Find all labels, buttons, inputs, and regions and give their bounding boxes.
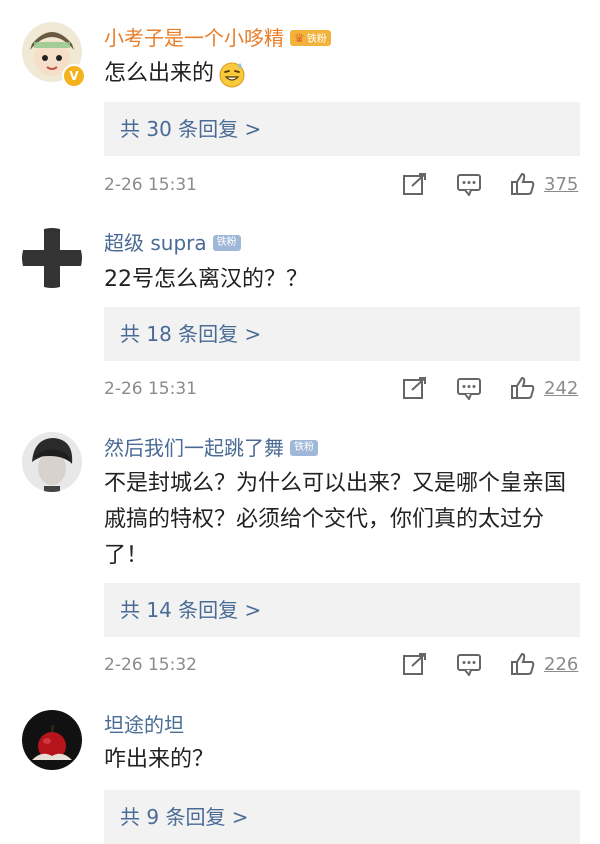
fan-badge: ♛ 铁粉 — [290, 29, 331, 46]
fan-badge: 铁粉 — [212, 234, 241, 251]
comment-icon[interactable] — [456, 652, 482, 676]
like-count[interactable]: 226 — [544, 654, 578, 676]
username[interactable]: 小考子是一个小哆精 ♛ 铁粉 — [104, 25, 331, 51]
grin-sweat-emoji-icon — [219, 62, 245, 88]
view-replies-button[interactable]: 共 30 条回复 > — [104, 102, 580, 156]
username-text[interactable]: 超级 supra — [104, 231, 207, 255]
comment-text: 怎么出来的 — [104, 56, 582, 92]
timestamp: 2-26 15:31 — [104, 379, 197, 399]
username[interactable]: 超级 supra 铁粉 — [104, 230, 241, 256]
comment-icon[interactable] — [456, 376, 482, 400]
view-replies-button[interactable]: 共 9 条回复 > — [104, 790, 580, 844]
username-text[interactable]: 小考子是一个小哆精 — [104, 26, 284, 50]
like-icon[interactable] — [510, 172, 536, 196]
share-icon[interactable] — [402, 172, 428, 196]
like-count[interactable]: 375 — [544, 174, 578, 196]
username[interactable]: 然后我们一起跳了舞 铁粉 — [104, 435, 318, 461]
username[interactable]: 坦途的坦 — [104, 712, 184, 738]
avatar[interactable] — [22, 432, 82, 492]
crown-icon: ♛ — [294, 30, 305, 45]
timestamp: 2-26 15:31 — [104, 175, 197, 195]
avatar[interactable] — [22, 710, 82, 770]
username-text[interactable]: 坦途的坦 — [104, 713, 184, 737]
verified-badge-icon: V — [62, 64, 86, 88]
fan-badge-label: 铁粉 — [306, 33, 327, 45]
like-count[interactable]: 242 — [544, 378, 578, 400]
share-icon[interactable] — [402, 376, 428, 400]
like-icon[interactable] — [510, 652, 536, 676]
view-replies-button[interactable]: 共 14 条回复 > — [104, 583, 580, 637]
comment-text: 22号怎么离汉的？？ — [104, 267, 308, 292]
avatar[interactable] — [22, 228, 82, 288]
username-text[interactable]: 然后我们一起跳了舞 — [104, 436, 284, 460]
view-replies-button[interactable]: 共 18 条回复 > — [104, 307, 580, 361]
comment-text: 咋出来的？ — [104, 747, 215, 772]
timestamp: 2-26 15:32 — [104, 655, 197, 675]
like-icon[interactable] — [510, 376, 536, 400]
share-icon[interactable] — [402, 652, 428, 676]
fan-badge: 铁粉 — [290, 439, 318, 456]
comment-text: 不是封城么？为什么可以出来？又是哪个皇亲国戚搞的特权？必须给个交代，你们真的太过… — [104, 471, 567, 568]
comment-icon[interactable] — [456, 172, 482, 196]
comment-text-content: 怎么出来的 — [104, 61, 215, 86]
